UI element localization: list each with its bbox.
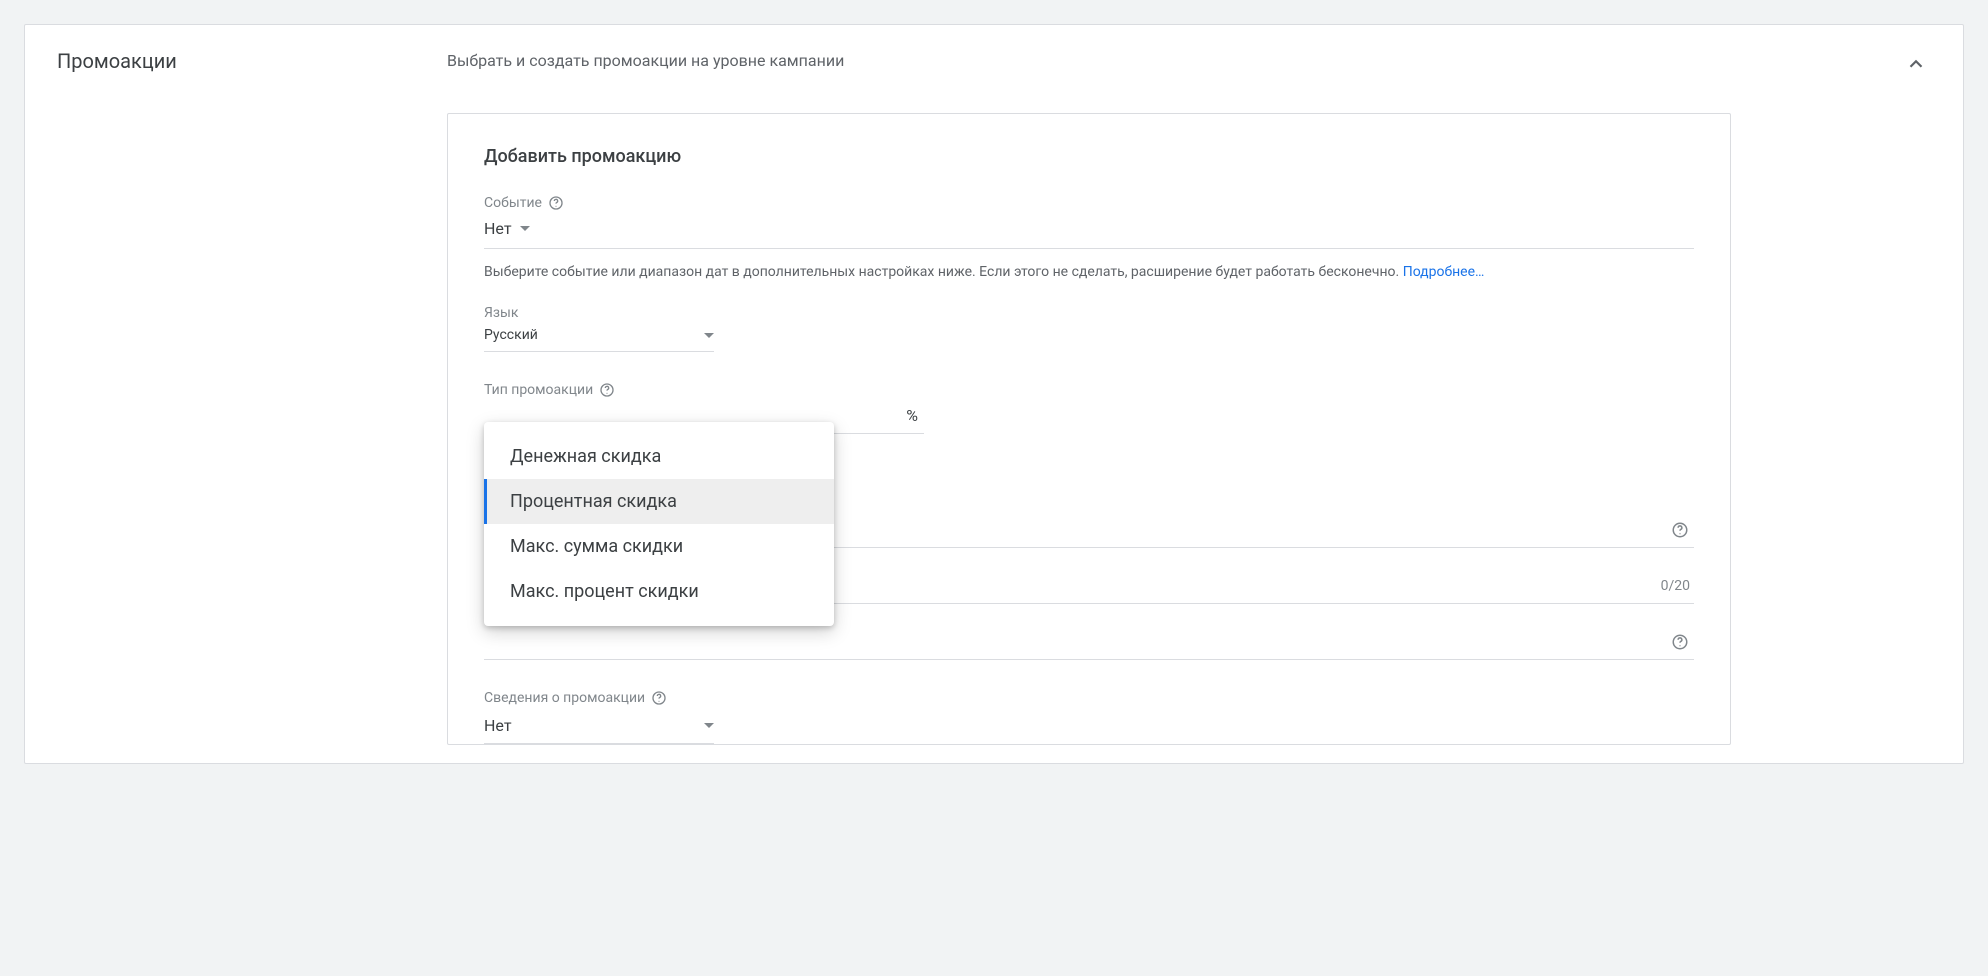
- chevron-up-icon: [1905, 53, 1927, 75]
- promo-details-label-row: Сведения о промоакции: [484, 690, 1694, 706]
- char-counter: 0/20: [1661, 578, 1690, 594]
- promo-details-select[interactable]: Нет: [484, 710, 714, 744]
- learn-more-link[interactable]: Подробнее…: [1403, 264, 1485, 280]
- event-hint: Выберите событие или диапазон дат в допо…: [484, 261, 1694, 283]
- promo-type-option-percent[interactable]: Процентная скидка: [484, 479, 834, 524]
- caret-down-icon: [704, 333, 714, 338]
- language-value: Русский: [484, 327, 538, 343]
- panel-title: Добавить промоакцию: [484, 146, 1694, 167]
- question-icon[interactable]: [651, 690, 667, 706]
- question-icon[interactable]: [1670, 520, 1690, 540]
- question-icon[interactable]: [599, 382, 615, 398]
- question-icon[interactable]: [548, 195, 564, 211]
- event-select[interactable]: Нет: [484, 211, 530, 244]
- promo-type-label: Тип промоакции: [484, 382, 593, 398]
- text-input-row-3[interactable]: [484, 624, 1694, 660]
- event-label: Событие: [484, 195, 542, 211]
- card-header: Промоакции Выбрать и создать промоакции …: [57, 49, 1931, 73]
- promo-type-option-max-percent[interactable]: Макс. процент скидки: [484, 569, 834, 614]
- event-hint-text: Выберите событие или диапазон дат в допо…: [484, 264, 1403, 280]
- section-subtitle: Выбрать и создать промоакции на уровне к…: [447, 49, 1931, 70]
- caret-down-icon: [704, 723, 714, 728]
- section-title: Промоакции: [57, 49, 447, 73]
- language-select[interactable]: Русский: [484, 327, 714, 352]
- promo-type-option-max-amount[interactable]: Макс. сумма скидки: [484, 524, 834, 569]
- event-label-row: Событие: [484, 195, 1694, 211]
- promo-details-label: Сведения о промоакции: [484, 690, 645, 706]
- promo-type-option-monetary[interactable]: Денежная скидка: [484, 434, 834, 479]
- language-label: Язык: [484, 305, 1694, 321]
- add-promotion-panel: Добавить промоакцию Событие Нет Выберите…: [447, 113, 1731, 745]
- promo-details-field: Сведения о промоакции Нет: [484, 690, 1694, 744]
- promo-type-label-row: Тип промоакции: [484, 382, 1694, 398]
- question-icon[interactable]: [1670, 632, 1690, 652]
- event-value: Нет: [484, 219, 512, 238]
- content-area: Добавить промоакцию Событие Нет Выберите…: [447, 113, 1731, 745]
- language-field: Язык Русский: [484, 305, 1694, 352]
- promo-details-value: Нет: [484, 716, 512, 735]
- percent-suffix: %: [906, 406, 924, 425]
- event-field: Событие Нет Выберите событие или диапазо…: [484, 195, 1694, 283]
- promo-type-field: Тип промоакции % Денежная скидка Процент…: [484, 382, 1694, 434]
- event-row: Нет: [484, 211, 1694, 249]
- collapse-button[interactable]: [1901, 49, 1931, 79]
- caret-down-icon: [520, 226, 530, 231]
- promotions-card: Промоакции Выбрать и создать промоакции …: [24, 24, 1964, 764]
- promo-type-dropdown: Денежная скидка Процентная скидка Макс. …: [484, 422, 834, 626]
